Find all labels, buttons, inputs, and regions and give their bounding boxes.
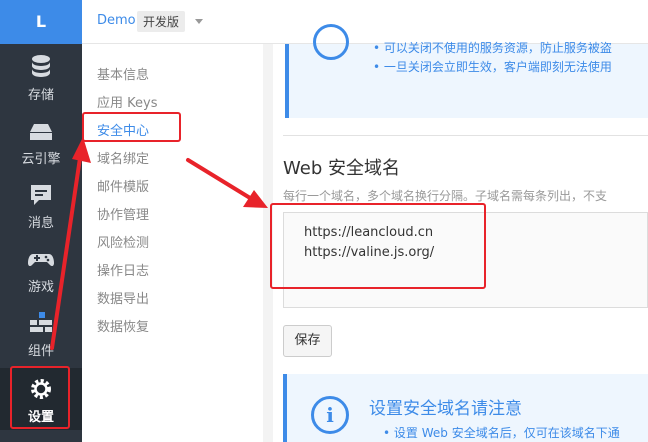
gamepad-icon xyxy=(28,254,54,267)
app-window: L 存储 云引擎 消息 游戏 组件 设置 Demo 开发版 基本信息 应用 Ke… xyxy=(0,0,648,442)
rail-item-components[interactable]: 组件 xyxy=(0,302,82,366)
rail-item-engine[interactable]: 云引擎 xyxy=(0,110,82,174)
section-divider xyxy=(283,135,648,136)
notice-title: 设置安全域名请注意 xyxy=(369,399,522,419)
app-switcher[interactable]: Demo xyxy=(97,13,136,28)
rail-item-storage[interactable]: 存储 xyxy=(0,46,82,110)
rail-label: 云引擎 xyxy=(21,152,61,167)
submenu-item-basic-info[interactable]: 基本信息 xyxy=(97,64,149,83)
submenu-item-data-export[interactable]: 数据导出 xyxy=(97,288,149,307)
rail-label: 消息 xyxy=(27,216,54,231)
rail-item-games[interactable]: 游戏 xyxy=(0,238,82,302)
annotation-box-security-center xyxy=(82,112,181,142)
top-header: Demo 开发版 xyxy=(82,0,648,44)
notice-bullet: • 一旦关闭会立即生效，客户端即刻无法使用 xyxy=(373,60,612,74)
info-icon: i xyxy=(311,396,349,434)
service-notice: • 可以关闭不使用的服务资源，防止服务被盗 • 一旦关闭会立即生效，客户端即刻无… xyxy=(285,24,648,118)
settings-submenu: 基本信息 应用 Keys 安全中心 域名绑定 邮件模版 协作管理 风险检测 操作… xyxy=(82,44,263,442)
database-icon xyxy=(32,55,50,77)
message-icon xyxy=(31,185,51,205)
notice-bullet: • 可以关闭不使用的服务资源，防止服务被盗 xyxy=(373,41,612,55)
rail-item-messages[interactable]: 消息 xyxy=(0,174,82,238)
components-icon xyxy=(30,312,52,332)
submenu-item-data-restore[interactable]: 数据恢复 xyxy=(97,316,149,335)
domain-notice: i 设置安全域名请注意 • 设置 Web 安全域名后，仅可在该域名下通 xyxy=(283,374,648,442)
submenu-item-operation-log[interactable]: 操作日志 xyxy=(97,260,149,279)
rail-label: 存储 xyxy=(27,88,54,103)
annotation-box-domains xyxy=(270,203,486,289)
submenu-item-email-templates[interactable]: 邮件模版 xyxy=(97,176,149,195)
server-icon xyxy=(30,124,52,140)
domain-hint: 每行一个域名，多个域名换行分隔。子域名需每条列出，不支 xyxy=(283,189,608,203)
app-logo[interactable]: L xyxy=(0,0,82,44)
rail-label: 游戏 xyxy=(27,280,54,295)
submenu-item-risk-detection[interactable]: 风险检测 xyxy=(97,232,149,251)
annotation-box-settings xyxy=(10,366,70,429)
submenu-item-domain-binding[interactable]: 域名绑定 xyxy=(97,148,149,167)
submenu-item-app-keys[interactable]: 应用 Keys xyxy=(97,92,157,111)
section-title: Web 安全域名 xyxy=(283,158,400,179)
notice-bullet: • 设置 Web 安全域名后，仅可在该域名下通 xyxy=(383,426,620,440)
env-badge: 开发版 xyxy=(137,11,186,32)
rail-label: 组件 xyxy=(27,344,54,359)
save-button[interactable]: 保存 xyxy=(283,325,332,357)
chevron-down-icon[interactable] xyxy=(195,19,203,24)
submenu-item-collaboration[interactable]: 协作管理 xyxy=(97,204,149,223)
info-icon xyxy=(313,24,349,60)
